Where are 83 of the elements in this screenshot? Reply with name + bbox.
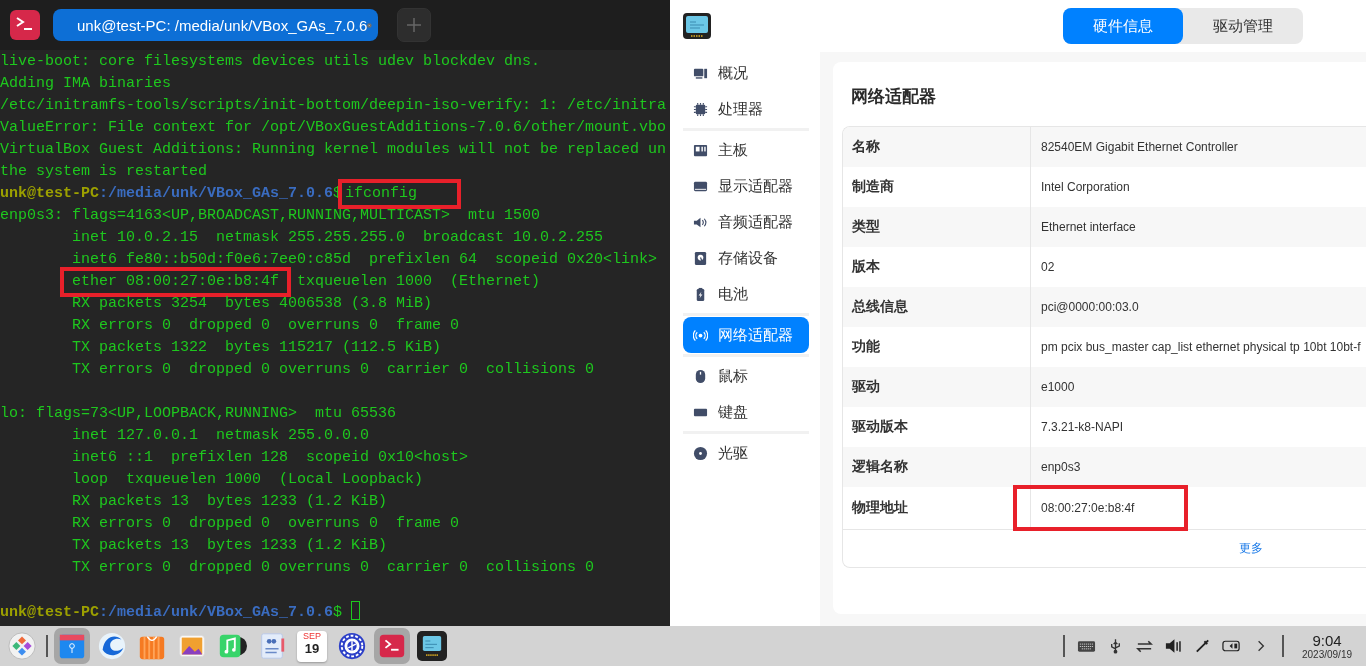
terminal-output: /etc/initramfs-tools/scripts/init-bottom/deepin-iso-verify: 1: /etc/initra: [0, 97, 667, 114]
terminal-output: inet 10.0.2.15 netmask 255.255.255.0 broadcast 10.0.2.255: [71, 229, 604, 246]
calendar-day: 19: [304, 641, 320, 656]
keyboard-icon[interactable]: [1077, 638, 1096, 654]
view-tab[interactable]: 硬件信息: [1063, 8, 1183, 44]
property-value: 82540EM Gigabit Ethernet Controller: [1041, 140, 1238, 154]
tab-title: unk@test-PC: /media/unk/VBox_GAs_7.0.6: [77, 16, 368, 34]
sidebar-item[interactable]: 鼠标: [683, 358, 809, 394]
property-label: 逻辑名称: [843, 447, 1031, 487]
terminal-output: ValueError: File context for /opt/VBoxGuestAdditions-7.0.6/other/mount.vbo: [0, 119, 667, 136]
sidebar-item[interactable]: 存储设备: [683, 240, 809, 276]
network-icon: [693, 327, 708, 343]
disc-icon: [693, 445, 708, 461]
terminal-output: RX packets 3254 bytes 4006538 (3.8 MiB): [71, 295, 433, 312]
volume-icon[interactable]: [1164, 638, 1183, 654]
files-app-icon[interactable]: [54, 628, 90, 664]
property-label: 物理地址: [843, 487, 1031, 529]
calendar-app-icon[interactable]: SEP 19: [294, 628, 330, 664]
prompt-path: /media/unk/VBox_GAs_7.0.6: [108, 604, 334, 621]
cpu-icon: [693, 101, 708, 117]
device-info-logo-icon: [683, 13, 711, 39]
sidebar-item[interactable]: 处理器: [683, 91, 809, 127]
battery-icon[interactable]: [1222, 638, 1241, 654]
property-label: 名称: [843, 127, 1031, 167]
property-label: 类型: [843, 207, 1031, 247]
sidebar-item[interactable]: 电池: [683, 276, 809, 312]
sidebar-item[interactable]: 音频适配器: [683, 204, 809, 240]
terminal-output: inet6 fe80::b50d:f0e6:7ee0:c85d prefixlen 64 scopeid 0x20<link>: [71, 251, 658, 268]
property-value: e1000: [1041, 380, 1075, 394]
clock-time[interactable]: 9:04: [1312, 631, 1342, 649]
more-link[interactable]: 更多: [1239, 540, 1263, 557]
property-value: 02: [1041, 260, 1055, 274]
terminal-tab[interactable]: unk@test-PC: /media/unk/VBox_GAs_7.0.6: [53, 9, 378, 41]
device-info-app-icon[interactable]: [414, 628, 450, 664]
prompt-symbol: $: [333, 604, 343, 621]
prompt-user: unk@test-PC: [0, 185, 100, 202]
property-value: enp0s3: [1041, 460, 1081, 474]
terminal-output: txqueuelen 1000 (Ethernet): [296, 273, 541, 290]
sidebar-item[interactable]: 主板: [683, 132, 809, 168]
property-label: 总线信息: [843, 287, 1031, 327]
prompt-separator: :: [99, 185, 109, 202]
terminal-output: Adding IMA binaries: [0, 75, 172, 92]
terminal-output: TX errors 0 dropped 0 overruns 0 carrier 0 collisions 0: [71, 361, 595, 378]
terminal-output: the system is restarted: [0, 163, 208, 180]
terminal-output: RX errors 0 dropped 0 overruns 0 frame 0: [71, 317, 460, 334]
property-value: Ethernet interface: [1041, 220, 1136, 234]
terminal-output: TX packets 13 bytes 1233 (1.2 KiB): [71, 537, 388, 554]
terminal-output: VirtualBox Guest Additions: Running kernel modules will not be replaced un: [0, 141, 667, 158]
prompt-separator: :: [99, 604, 109, 621]
terminal-output: loop txqueuelen 1000 (Local Loopback): [71, 471, 424, 488]
property-label: 驱动: [843, 367, 1031, 407]
terminal-output: enp0s3: flags=4163<UP,BROADCAST,RUNNING,MULTICAST> mtu 1500: [0, 207, 541, 224]
terminal-output: live-boot: core filesystems devices utils udev blockdev dns.: [0, 53, 541, 70]
plus-icon: [406, 17, 422, 33]
terminal-output: inet6 ::1 prefixlen 128 scopeid 0x10<host>: [71, 449, 469, 466]
terminal-output: TX packets 1322 bytes 115217 (112.5 KiB): [71, 339, 442, 356]
clock-date[interactable]: 2023/09/19: [1301, 648, 1353, 661]
view-tab[interactable]: 驱动管理: [1183, 8, 1303, 44]
terminal-app-icon[interactable]: [10, 10, 40, 40]
sidebar-item[interactable]: 概况: [683, 55, 809, 91]
property-value: 7.3.21-k8-NAPI: [1041, 420, 1124, 434]
sidebar-item[interactable]: 键盘: [683, 394, 809, 430]
terminal-output: lo: flags=73<UP,LOOPBACK,RUNNING> mtu 65536: [0, 405, 397, 422]
terminal-output: inet 127.0.0.1 netmask 255.0.0.0: [71, 427, 370, 444]
prompt-user: unk@test-PC: [0, 604, 100, 621]
command-text: ifconfig: [338, 179, 462, 209]
terminal-output: RX packets 13 bytes 1233 (1.2 KiB): [71, 493, 388, 510]
property-value: pci@0000:00:03.0: [1041, 300, 1139, 314]
section-title: 网络适配器: [851, 86, 937, 108]
sidebar-item[interactable]: 显示适配器: [683, 168, 809, 204]
terminal-output: RX errors 0 dropped 0 overruns 0 frame 0: [71, 515, 460, 532]
property-value: 08:00:27:0e:b8:4f: [1013, 485, 1189, 531]
sidebar-item[interactable]: 网络适配器: [683, 317, 809, 353]
property-value: pm pcix bus_master cap_list ethernet physical tp 10bt 10bt-f: [1041, 340, 1361, 354]
transfer-icon[interactable]: [1135, 638, 1154, 654]
prompt-path: /media/unk/VBox_GAs_7.0.6: [108, 185, 334, 202]
mouse-icon: [693, 368, 708, 384]
terminal-output: TX errors 0 dropped 0 overruns 0 carrier 0 collisions 0: [71, 559, 595, 576]
sidebar-item[interactable]: 光驱: [683, 435, 809, 471]
property-value: Intel Corporation: [1041, 180, 1130, 194]
highlighted-output: ether 08:00:27:0e:b8:4f: [60, 267, 292, 297]
board-icon: [693, 142, 708, 158]
calendar-month: SEP: [303, 630, 321, 642]
